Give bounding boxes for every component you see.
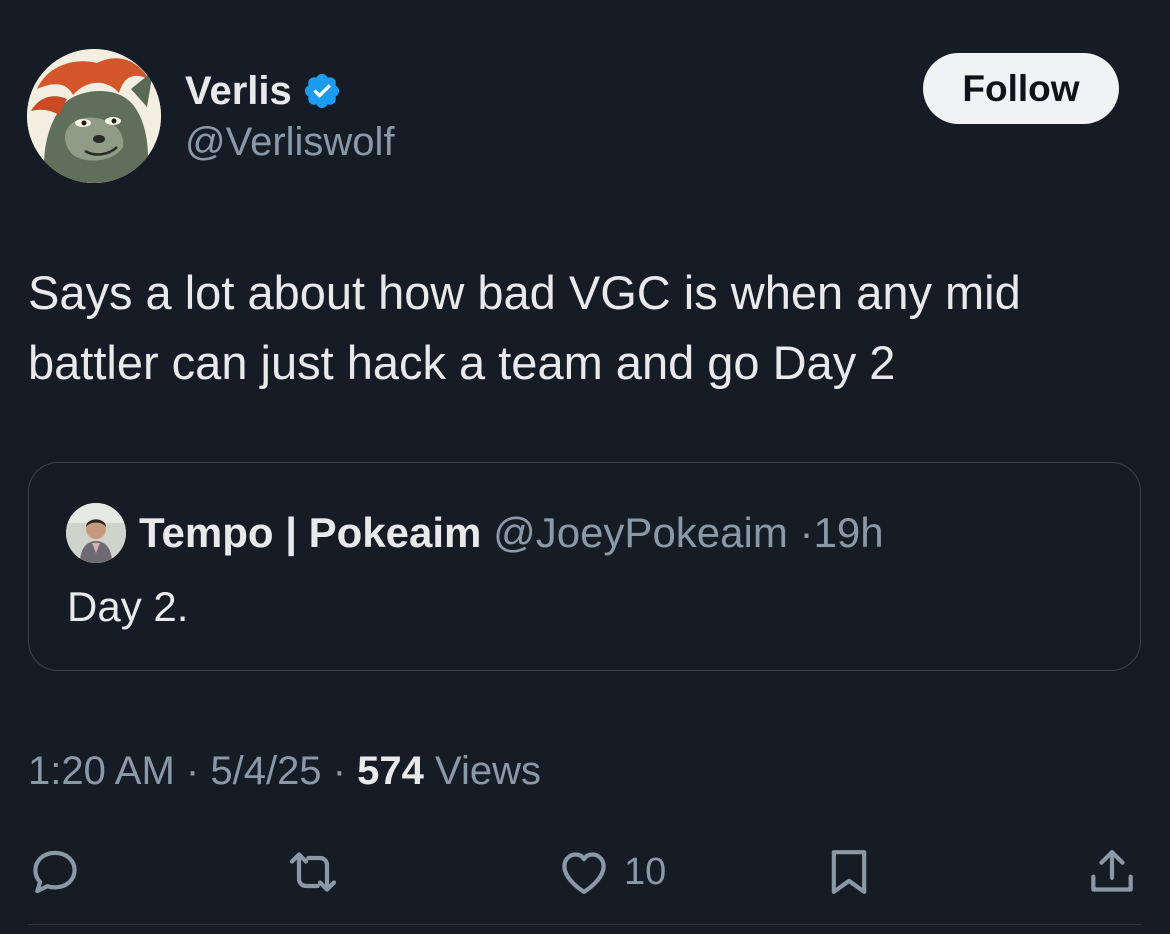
share-button[interactable] [1084, 844, 1140, 900]
quoted-author-handle: @JoeyPokeaim [493, 509, 788, 556]
tweet-meta-row: 1:20 AM · 5/4/25 · 574 Views [28, 745, 541, 797]
author-display-name[interactable]: Verlis [185, 71, 292, 111]
meta-separator-1: · [185, 749, 200, 793]
quoted-author-avatar [66, 503, 126, 563]
like-button[interactable]: 10 [556, 844, 666, 900]
quoted-author-display-name: Tempo | Pokeaim [139, 509, 482, 556]
retweet-icon [289, 852, 337, 892]
quoted-tweet-age: 19h [813, 509, 884, 556]
views-label: Views [435, 749, 541, 793]
follow-button[interactable]: Follow [923, 53, 1119, 124]
meta-separator-2: · [332, 749, 347, 793]
person-avatar-icon [66, 503, 126, 563]
reply-button[interactable] [27, 844, 83, 900]
verified-badge-icon [304, 73, 339, 109]
share-icon [1091, 850, 1133, 892]
quoted-tweet-card[interactable]: Tempo | Pokeaim @JoeyPokeaim ·19h Day 2. [28, 462, 1141, 671]
tweet-date[interactable]: 5/4/25 [210, 749, 321, 793]
heart-icon [562, 852, 606, 894]
author-handle[interactable]: @Verliswolf [185, 118, 395, 166]
quoted-separator: · [799, 509, 814, 556]
retweet-button[interactable] [285, 844, 341, 900]
tweet-text: Says a lot about how bad VGC is when any… [28, 266, 1021, 389]
quoted-tweet-text: Day 2. [67, 583, 189, 630]
author-name-row[interactable]: Verlis [185, 66, 342, 116]
author-avatar[interactable] [27, 49, 161, 183]
wolf-avatar-icon [27, 49, 161, 183]
views-count: 574 [357, 749, 424, 793]
bookmark-icon [831, 850, 867, 894]
like-count: 10 [624, 850, 667, 893]
bottom-divider [28, 924, 1142, 925]
quoted-tweet-header: Tempo | Pokeaim @JoeyPokeaim ·19h [139, 507, 884, 559]
tweet-time[interactable]: 1:20 AM [28, 749, 175, 793]
bookmark-button[interactable] [821, 844, 877, 900]
reply-icon [33, 850, 77, 894]
